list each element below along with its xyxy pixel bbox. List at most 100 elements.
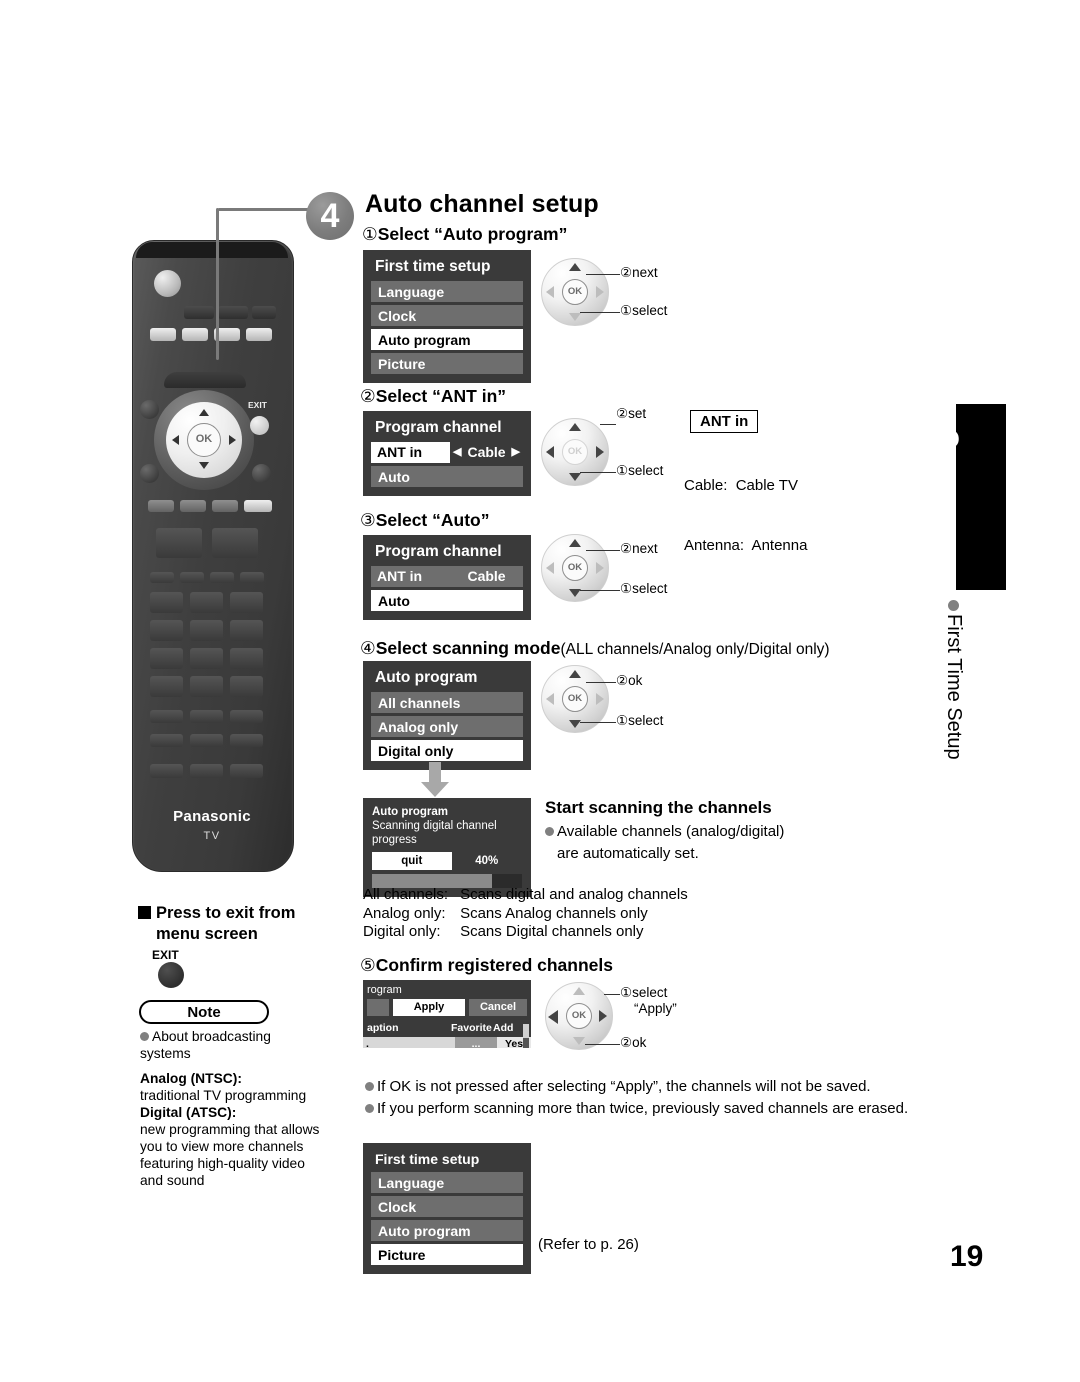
substep-2-heading: ②Select “ANT in” <box>360 386 506 407</box>
remote-key <box>182 328 208 341</box>
tab-label-line2: Guide <box>857 424 929 452</box>
exit-button-illustration <box>158 962 184 988</box>
note-bullet-item: About broadcasting systems <box>140 1028 320 1062</box>
menu-item-auto[interactable]: Auto <box>371 590 523 611</box>
scan-mode-label: All channels: <box>363 886 449 903</box>
cell-favorite: ... <box>455 1037 497 1048</box>
value-right-arrow-icon[interactable]: ▶ <box>512 442 520 463</box>
osd-scan-progress: Auto program Scanning digital channel pr… <box>363 798 531 897</box>
right-arrow-icon <box>596 693 604 705</box>
remote-key <box>244 500 272 512</box>
menu-item-analog-only[interactable]: Analog only <box>371 716 523 737</box>
confirm-notes: If OK is not pressed after selecting “Ap… <box>365 1077 965 1121</box>
table-row[interactable]: . ... Yes <box>363 1037 531 1048</box>
bullet-item: Available channels (analog/digital) <box>545 822 875 842</box>
remote-numeric-key <box>230 676 263 697</box>
scrollbar-thumb[interactable] <box>523 1024 529 1038</box>
confirm-button-row: Apply Cancel <box>363 999 531 1020</box>
menu-item-auto-program[interactable]: Auto program <box>371 329 523 350</box>
osd-program-channel-auto: Program channel ANT in Cable Auto <box>363 535 531 620</box>
analog-term: Analog (NTSC): <box>140 1071 242 1086</box>
menu-item-picture[interactable]: Picture <box>371 1244 523 1265</box>
callout-step4-select: ①select <box>616 713 664 728</box>
remote-key <box>212 528 258 558</box>
ant-in-value[interactable]: ◀ Cable ▶ <box>450 442 523 463</box>
ok-button-icon[interactable]: OK <box>562 279 588 305</box>
menu-item-language[interactable]: Language <box>371 281 523 302</box>
value-left-arrow-icon[interactable]: ◀ <box>453 442 461 463</box>
down-arrow-icon <box>569 473 581 481</box>
substep-3-number: ③ <box>360 510 376 530</box>
menu-item-digital-only[interactable]: Digital only <box>371 740 523 761</box>
bullet-item: If you perform scanning more than twice,… <box>365 1099 965 1119</box>
ok-button-icon[interactable]: OK <box>562 555 588 581</box>
substep-1-number: ① <box>362 224 378 244</box>
callout-step3-next: ②next <box>620 541 658 556</box>
substep-4-heading: ④Select scanning mode(ALL channels/Analo… <box>360 638 830 659</box>
substep-3-label: Select “Auto” <box>375 510 490 530</box>
menu-item-picture[interactable]: Picture <box>371 353 523 374</box>
menu-item-auto-program[interactable]: Auto program <box>371 1220 523 1241</box>
panasonic-logo: Panasonic <box>173 808 251 825</box>
callout-line <box>580 590 620 591</box>
remote-numeric-key <box>150 592 183 613</box>
callout-line <box>580 472 616 473</box>
up-arrow-icon <box>569 539 581 547</box>
remote-exit-label: EXIT <box>248 400 267 410</box>
osd-first-time-setup: First time setup Language Clock Auto pro… <box>363 250 531 383</box>
left-arrow-icon <box>546 286 554 298</box>
menu-item-clock[interactable]: Clock <box>371 305 523 326</box>
remote-device-label: TV <box>203 830 221 842</box>
remote-key <box>148 500 174 512</box>
remote-key <box>184 306 214 319</box>
remote-key <box>190 710 223 723</box>
confirm-table-header: aption Favorite Add <box>363 1020 531 1037</box>
progress-button-row: quit 40% <box>372 852 522 870</box>
remote-key <box>190 764 223 778</box>
ant-in-description: Cable: Cable TV Antenna: Antenna <box>684 436 807 596</box>
ok-button-icon[interactable]: OK <box>562 439 588 465</box>
start-scanning-bullets: Available channels (analog/digital) are … <box>545 822 875 866</box>
bullet-text: If you perform scanning more than twice,… <box>377 1100 909 1117</box>
remote-power-button <box>154 270 181 297</box>
remote-rocker-bar <box>164 372 246 388</box>
cancel-button[interactable]: Cancel <box>469 999 527 1016</box>
column-header-add: Add <box>493 1022 514 1034</box>
manual-page: OK EXIT Panasonic TV 4 Auto channel setu… <box>0 0 1080 1382</box>
leader-line-vertical <box>216 208 219 360</box>
menu-item-clock[interactable]: Clock <box>371 1196 523 1217</box>
remote-key <box>150 734 183 747</box>
remote-key <box>252 306 276 319</box>
menu-row-ant-in[interactable]: ANT in Cable <box>371 566 523 587</box>
substep-2-label: Select “ANT in” <box>375 386 507 406</box>
remote-numeric-key <box>190 676 223 697</box>
menu-row-ant-in[interactable]: ANT in ◀ Cable ▶ <box>371 442 523 463</box>
menu-item-auto[interactable]: Auto <box>371 466 523 487</box>
ant-in-label: ANT in <box>371 442 451 463</box>
press-to-exit-line1: Press to exit from <box>156 904 296 922</box>
ant-in-value-text: Cable <box>467 444 506 460</box>
quit-button[interactable]: quit <box>372 852 452 870</box>
dpad-up-arrow-icon <box>199 409 209 416</box>
bullet-dot-icon <box>365 1104 374 1113</box>
scan-mode-label: Digital only: <box>363 923 441 940</box>
confirm-blank-button <box>367 999 389 1016</box>
substep-4-number: ④ <box>360 638 376 658</box>
apply-button[interactable]: Apply <box>393 999 465 1016</box>
remote-numeric-key <box>150 620 183 641</box>
ok-button-icon[interactable]: OK <box>566 1003 592 1029</box>
substep-4-note: (ALL channels/Analog only/Digital only) <box>560 641 830 658</box>
menu-item-language[interactable]: Language <box>371 1172 523 1193</box>
callout-step5-select-line2: “Apply” <box>634 1001 677 1016</box>
menu-item-all-channels[interactable]: All channels <box>371 692 523 713</box>
scrollbar[interactable] <box>523 1024 529 1048</box>
section-label-first-time-setup: First Time Setup <box>942 600 965 760</box>
right-arrow-icon <box>596 446 604 458</box>
callout-step1-next: ②next <box>620 265 658 280</box>
ant-in-cable-desc: Cable: Cable TV <box>684 477 798 494</box>
callout-step2-select: ①select <box>616 463 664 478</box>
bullet-dot-icon <box>365 1082 374 1091</box>
column-header-caption: aption <box>367 1022 399 1034</box>
substep-2-number: ② <box>360 386 376 406</box>
ok-button-icon[interactable]: OK <box>562 686 588 712</box>
